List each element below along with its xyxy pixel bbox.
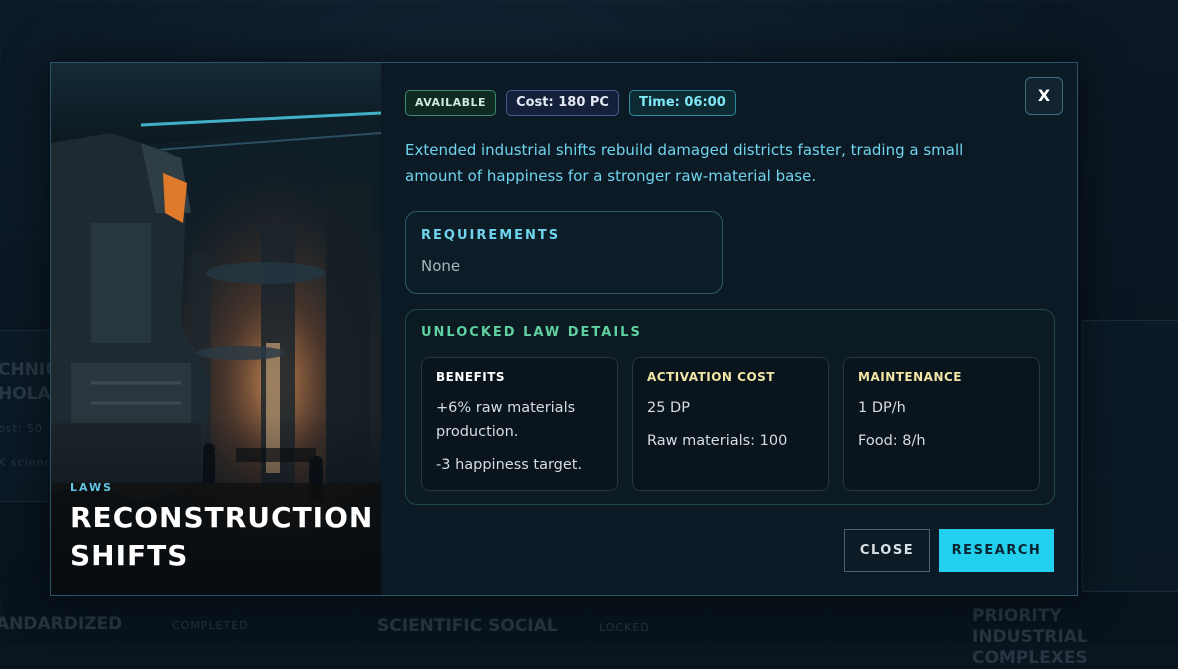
law-detail-modal: LAWS RECONSTRUCTION SHIFTS AVAILABLE Cos… <box>50 62 1078 596</box>
maintenance-line: Food: 8/h <box>858 433 926 449</box>
activation-cost-title: ACTIVATION COST <box>647 370 775 384</box>
badge-row: AVAILABLE Cost: 180 PC Time: 06:00 <box>405 90 736 116</box>
activation-cost-line: 25 DP <box>647 400 690 416</box>
background-tile-status: LOCKED <box>599 621 650 634</box>
activation-cost-card: ACTIVATION COST 25 DP Raw materials: 100 <box>632 357 829 491</box>
activation-cost-line: Raw materials: 100 <box>647 433 788 449</box>
benefit-line: +6% raw materials production. <box>436 400 576 440</box>
status-badge: AVAILABLE <box>405 90 497 116</box>
background-label: K scienc <box>0 456 52 469</box>
law-category: LAWS <box>70 481 114 494</box>
law-description: Extended industrial shifts rebuild damag… <box>405 141 964 185</box>
maintenance-card: MAINTENANCE 1 DP/h Food: 8/h <box>843 357 1040 491</box>
close-button[interactable]: CLOSE <box>844 529 930 572</box>
background-tile-status: COMPLETED <box>172 619 249 632</box>
cost-badge: Cost: 180 PC <box>506 90 619 116</box>
law-content: AVAILABLE Cost: 180 PC Time: 06:00 X Ext… <box>405 63 1077 595</box>
benefits-title: BENEFITS <box>436 370 506 384</box>
background-tile-label: PRIORITY INDUSTRIAL COMPLEXES <box>972 606 1088 668</box>
close-x-button[interactable]: X <box>1025 77 1063 115</box>
unlocked-details-box: UNLOCKED LAW DETAILS BENEFITS +6% raw ma… <box>405 309 1055 505</box>
background-label: HOLA <box>0 384 51 404</box>
time-badge: Time: 06:00 <box>628 90 736 116</box>
requirements-box: REQUIREMENTS None <box>405 211 723 294</box>
law-title: RECONSTRUCTION SHIFTS <box>70 501 374 572</box>
requirements-value: None <box>421 257 461 275</box>
background-card <box>0 330 52 502</box>
background-label: ost: 50 <box>0 422 43 435</box>
law-artwork: LAWS RECONSTRUCTION SHIFTS <box>51 63 381 595</box>
research-button[interactable]: RESEARCH <box>939 529 1054 572</box>
background-card <box>1082 320 1178 592</box>
background-tile-label: SCIENTIFIC SOCIAL <box>377 616 558 636</box>
benefit-line: -3 happiness target. <box>436 457 583 473</box>
benefits-card: BENEFITS +6% raw materials production. -… <box>421 357 618 491</box>
background-tile-label: ANDARDIZED <box>0 614 123 634</box>
maintenance-line: 1 DP/h <box>858 400 906 416</box>
requirements-heading: REQUIREMENTS <box>421 228 561 243</box>
unlocked-details-heading: UNLOCKED LAW DETAILS <box>421 325 642 340</box>
maintenance-title: MAINTENANCE <box>858 370 962 384</box>
